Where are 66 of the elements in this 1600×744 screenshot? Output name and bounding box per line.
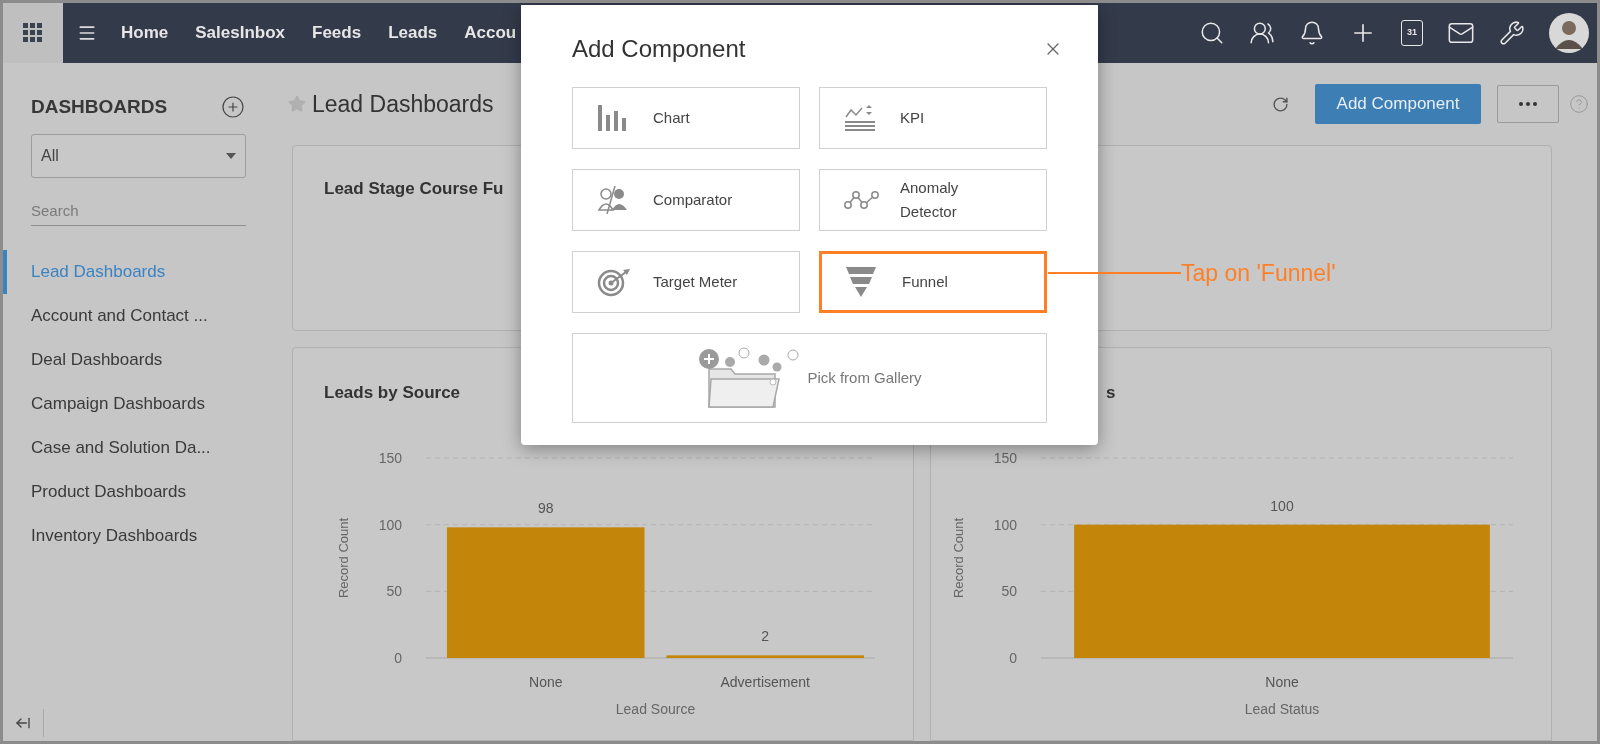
gallery-option[interactable]: Pick from Gallery [572, 333, 1047, 423]
dashboard-list-item[interactable]: Account and Contact ... [3, 293, 271, 338]
apps-grid-icon[interactable] [23, 23, 43, 43]
dashboard-list-item[interactable]: Product Dashboards [3, 469, 271, 514]
people-compare-icon [597, 186, 629, 214]
funnel-icon [846, 267, 876, 297]
dashboard-list-item[interactable]: Inventory Dashboards [3, 513, 271, 558]
bar-chart-icon [597, 105, 627, 131]
add-dashboard-icon[interactable] [221, 95, 245, 120]
axis-tick-label: 50 [386, 582, 402, 599]
search-icon[interactable] [1199, 20, 1225, 46]
nav-link[interactable]: Home [121, 20, 169, 46]
axis-tick-label: 0 [394, 649, 402, 666]
page-title: Lead Dashboards [312, 89, 494, 119]
data-label: 98 [537, 499, 554, 516]
nav-link[interactable]: Accou [464, 20, 517, 46]
kpi-trend-icon [844, 105, 876, 131]
axis-tick-label: 150 [378, 449, 402, 466]
component-option[interactable]: Chart [572, 87, 800, 149]
callout-text: Tap on 'Funnel' [1181, 259, 1336, 288]
target-icon [597, 267, 631, 297]
component-option[interactable]: Funnel [819, 251, 1047, 313]
notification-bell-icon[interactable] [1299, 20, 1325, 46]
ellipsis-icon [1519, 102, 1537, 106]
category-label: None [529, 673, 563, 690]
user-avatar[interactable] [1549, 13, 1589, 53]
filter-dropdown[interactable]: All [31, 133, 246, 178]
component-option[interactable]: Target Meter [572, 251, 800, 313]
apps-button[interactable] [3, 3, 63, 63]
axis-title: Lead Status [1244, 700, 1320, 717]
card-title: Leads by Source [324, 383, 461, 402]
nav-link[interactable]: Feeds [312, 20, 362, 46]
axis-tick-label: 100 [378, 516, 402, 533]
axis-title: Record Count [951, 517, 966, 598]
nav-link[interactable]: Leads [388, 20, 438, 46]
dashboard-list-item[interactable]: Case and Solution Da... [3, 425, 271, 470]
collapse-sidebar-icon[interactable] [15, 715, 31, 731]
component-option[interactable]: Comparator [572, 169, 800, 231]
axis-title: Lead Source [615, 700, 696, 717]
card-title: Lead Stage Course Fu [324, 179, 504, 198]
add-component-button[interactable]: Add Component [1315, 84, 1481, 124]
setup-tools-icon[interactable] [1499, 20, 1525, 46]
component-option[interactable]: Anomaly Detector [819, 169, 1047, 231]
card-title: s [1106, 383, 1116, 402]
axis-tick-label: 50 [1001, 582, 1017, 599]
category-label: Advertisement [720, 673, 810, 690]
menu-icon[interactable] [77, 23, 97, 43]
line-points-icon [844, 190, 880, 210]
axis-tick-label: 150 [993, 449, 1017, 466]
dashboard-list-item[interactable]: Campaign Dashboards [3, 381, 271, 426]
component-option[interactable]: KPI [819, 87, 1047, 149]
caret-icon [226, 152, 236, 159]
search-field[interactable]: Search [31, 195, 246, 226]
axis-tick-label: 100 [993, 516, 1017, 533]
sidebar-title: DASHBOARDS [31, 95, 168, 119]
data-label: 2 [761, 627, 770, 644]
dialog-title: Add Component [572, 34, 746, 64]
data-label: 100 [1270, 497, 1294, 514]
axis-tick-label: 0 [1009, 649, 1017, 666]
nav-link[interactable]: SalesInbox [195, 20, 285, 46]
calendar-button[interactable]: 31 [1401, 20, 1423, 46]
contacts-icon[interactable] [1249, 20, 1275, 46]
axis-title: Record Count [336, 517, 351, 598]
refresh-icon[interactable] [1272, 95, 1289, 113]
dashboard-list-item[interactable]: Deal Dashboards [3, 337, 271, 382]
category-label: None [1265, 673, 1299, 690]
